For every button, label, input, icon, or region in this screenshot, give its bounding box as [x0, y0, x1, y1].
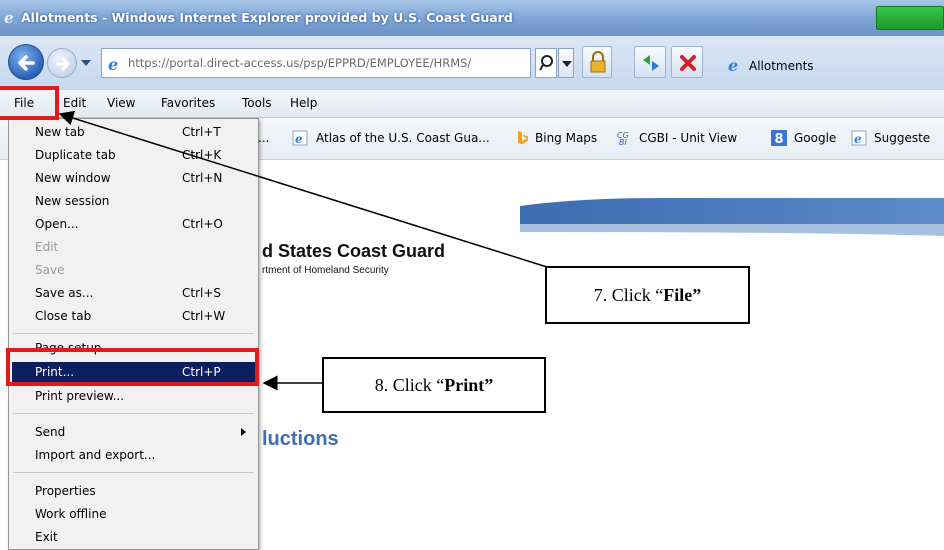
svg-text:e: e	[108, 55, 118, 73]
menu-tools[interactable]: Tools	[242, 96, 272, 110]
favorite-link[interactable]: Suggeste	[874, 131, 930, 145]
shortcut-label: Ctrl+W	[182, 309, 226, 323]
address-bar[interactable]: e https://portal.direct-access.us/psp/EP…	[101, 48, 531, 78]
shortcut-label: Ctrl+O	[182, 217, 223, 231]
callout-emphasis: File”	[663, 285, 702, 305]
shortcut-label: Ctrl+N	[182, 171, 223, 185]
menu-item-close-tab[interactable]: Close tab	[35, 309, 91, 323]
callout-text: 7. Click “	[593, 285, 664, 305]
forward-arrow-icon	[55, 57, 70, 71]
menu-item-duplicate-tab[interactable]: Duplicate tab	[35, 148, 116, 162]
menu-item-save-as[interactable]: Save as...	[35, 286, 93, 300]
svg-text:8: 8	[775, 132, 784, 146]
back-button[interactable]	[8, 44, 44, 80]
address-dropdown-button[interactable]	[558, 48, 574, 78]
svg-text:e: e	[4, 9, 14, 25]
file-menu: New tab Ctrl+T Duplicate tab Ctrl+K New …	[8, 118, 259, 550]
menu-item-work-offline[interactable]: Work offline	[35, 507, 106, 521]
favorite-link[interactable]: CGBI - Unit View	[639, 131, 737, 145]
print-item-highlight	[6, 348, 259, 386]
menu-edit[interactable]: Edit	[63, 96, 86, 110]
organization-name: d States Coast Guard	[262, 241, 446, 261]
stop-button[interactable]	[671, 46, 703, 78]
compatibility-refresh-button[interactable]	[634, 46, 666, 78]
tab-label: Allotments	[749, 59, 814, 73]
refresh-icon	[643, 55, 659, 71]
callout-step-7: 7. Click “File”	[545, 266, 750, 324]
favorite-link[interactable]: Google	[794, 131, 836, 145]
svg-text:e: e	[728, 56, 738, 74]
svg-text:BI: BI	[619, 138, 627, 146]
cgbi-icon: CG BI	[617, 131, 629, 146]
bing-icon	[518, 131, 528, 145]
recent-pages-dropdown-icon[interactable]	[80, 58, 92, 68]
callout-text: 8. Click “	[374, 375, 445, 395]
forward-button[interactable]	[47, 48, 77, 78]
svg-text:e: e	[854, 132, 862, 146]
svg-text:e: e	[295, 132, 303, 146]
favorite-link[interactable]: Bing Maps	[535, 131, 597, 145]
menu-item-new-tab[interactable]: New tab	[35, 125, 85, 139]
menu-item-save: Save	[35, 263, 65, 277]
search-button[interactable]	[535, 48, 557, 78]
menu-favorites[interactable]: Favorites	[161, 96, 215, 110]
shortcut-label: Ctrl+S	[182, 286, 222, 300]
menu-item-open[interactable]: Open...	[35, 217, 79, 231]
menu-item-send[interactable]: Send	[35, 425, 65, 439]
menu-item-new-window[interactable]: New window	[35, 171, 111, 185]
callout-emphasis: Print”	[444, 375, 494, 395]
google-icon: 8	[771, 130, 787, 146]
callout-step-8: 8. Click “Print”	[322, 357, 546, 413]
back-arrow-icon	[18, 55, 35, 71]
submenu-arrow-icon	[241, 428, 246, 436]
navigation-bar: e https://portal.direct-access.us/psp/EP…	[0, 36, 944, 90]
favorite-link[interactable]: Atlas of the U.S. Coast Gua...	[316, 131, 490, 145]
header-banner	[520, 198, 944, 236]
menu-item-properties[interactable]: Properties	[35, 484, 96, 498]
file-menu-highlight	[0, 86, 59, 120]
favorite-link[interactable]: ...	[258, 131, 269, 145]
ie-logo-icon: e	[4, 9, 14, 25]
search-icon	[539, 55, 553, 71]
menu-item-edit: Edit	[35, 240, 59, 254]
menu-separator	[13, 472, 254, 473]
page-icon: e	[851, 130, 867, 146]
page-icon: e	[292, 130, 308, 146]
tab-allotments[interactable]: e Allotments	[712, 44, 944, 84]
menu-item-print-preview[interactable]: Print preview...	[35, 389, 124, 403]
menu-bar: File Edit View Favorites Tools Help	[0, 90, 944, 118]
window-title: Allotments - Windows Internet Explorer p…	[21, 10, 513, 25]
shortcut-label: Ctrl+K	[182, 148, 222, 162]
window-control[interactable]	[876, 6, 944, 30]
shortcut-label: Ctrl+T	[182, 125, 221, 139]
url-text[interactable]: https://portal.direct-access.us/psp/EPPR…	[128, 56, 523, 70]
page-icon: e	[728, 56, 738, 74]
chevron-down-icon	[562, 61, 572, 67]
title-bar: e Allotments - Windows Internet Explorer…	[0, 0, 944, 36]
close-icon	[680, 55, 696, 71]
menu-item-import-export[interactable]: Import and export...	[35, 448, 155, 462]
organization-subtitle: rtment of Homeland Security	[262, 265, 389, 276]
menu-separator	[13, 413, 254, 414]
menu-help[interactable]: Help	[290, 96, 317, 110]
lock-icon	[590, 51, 606, 73]
menu-item-exit[interactable]: Exit	[35, 530, 58, 544]
menu-item-new-session[interactable]: New session	[35, 194, 109, 208]
page-icon: e	[108, 55, 118, 73]
menu-separator	[13, 333, 254, 334]
security-lock-button[interactable]	[582, 46, 612, 78]
section-title: luctions	[262, 428, 339, 450]
menu-view[interactable]: View	[107, 96, 135, 110]
